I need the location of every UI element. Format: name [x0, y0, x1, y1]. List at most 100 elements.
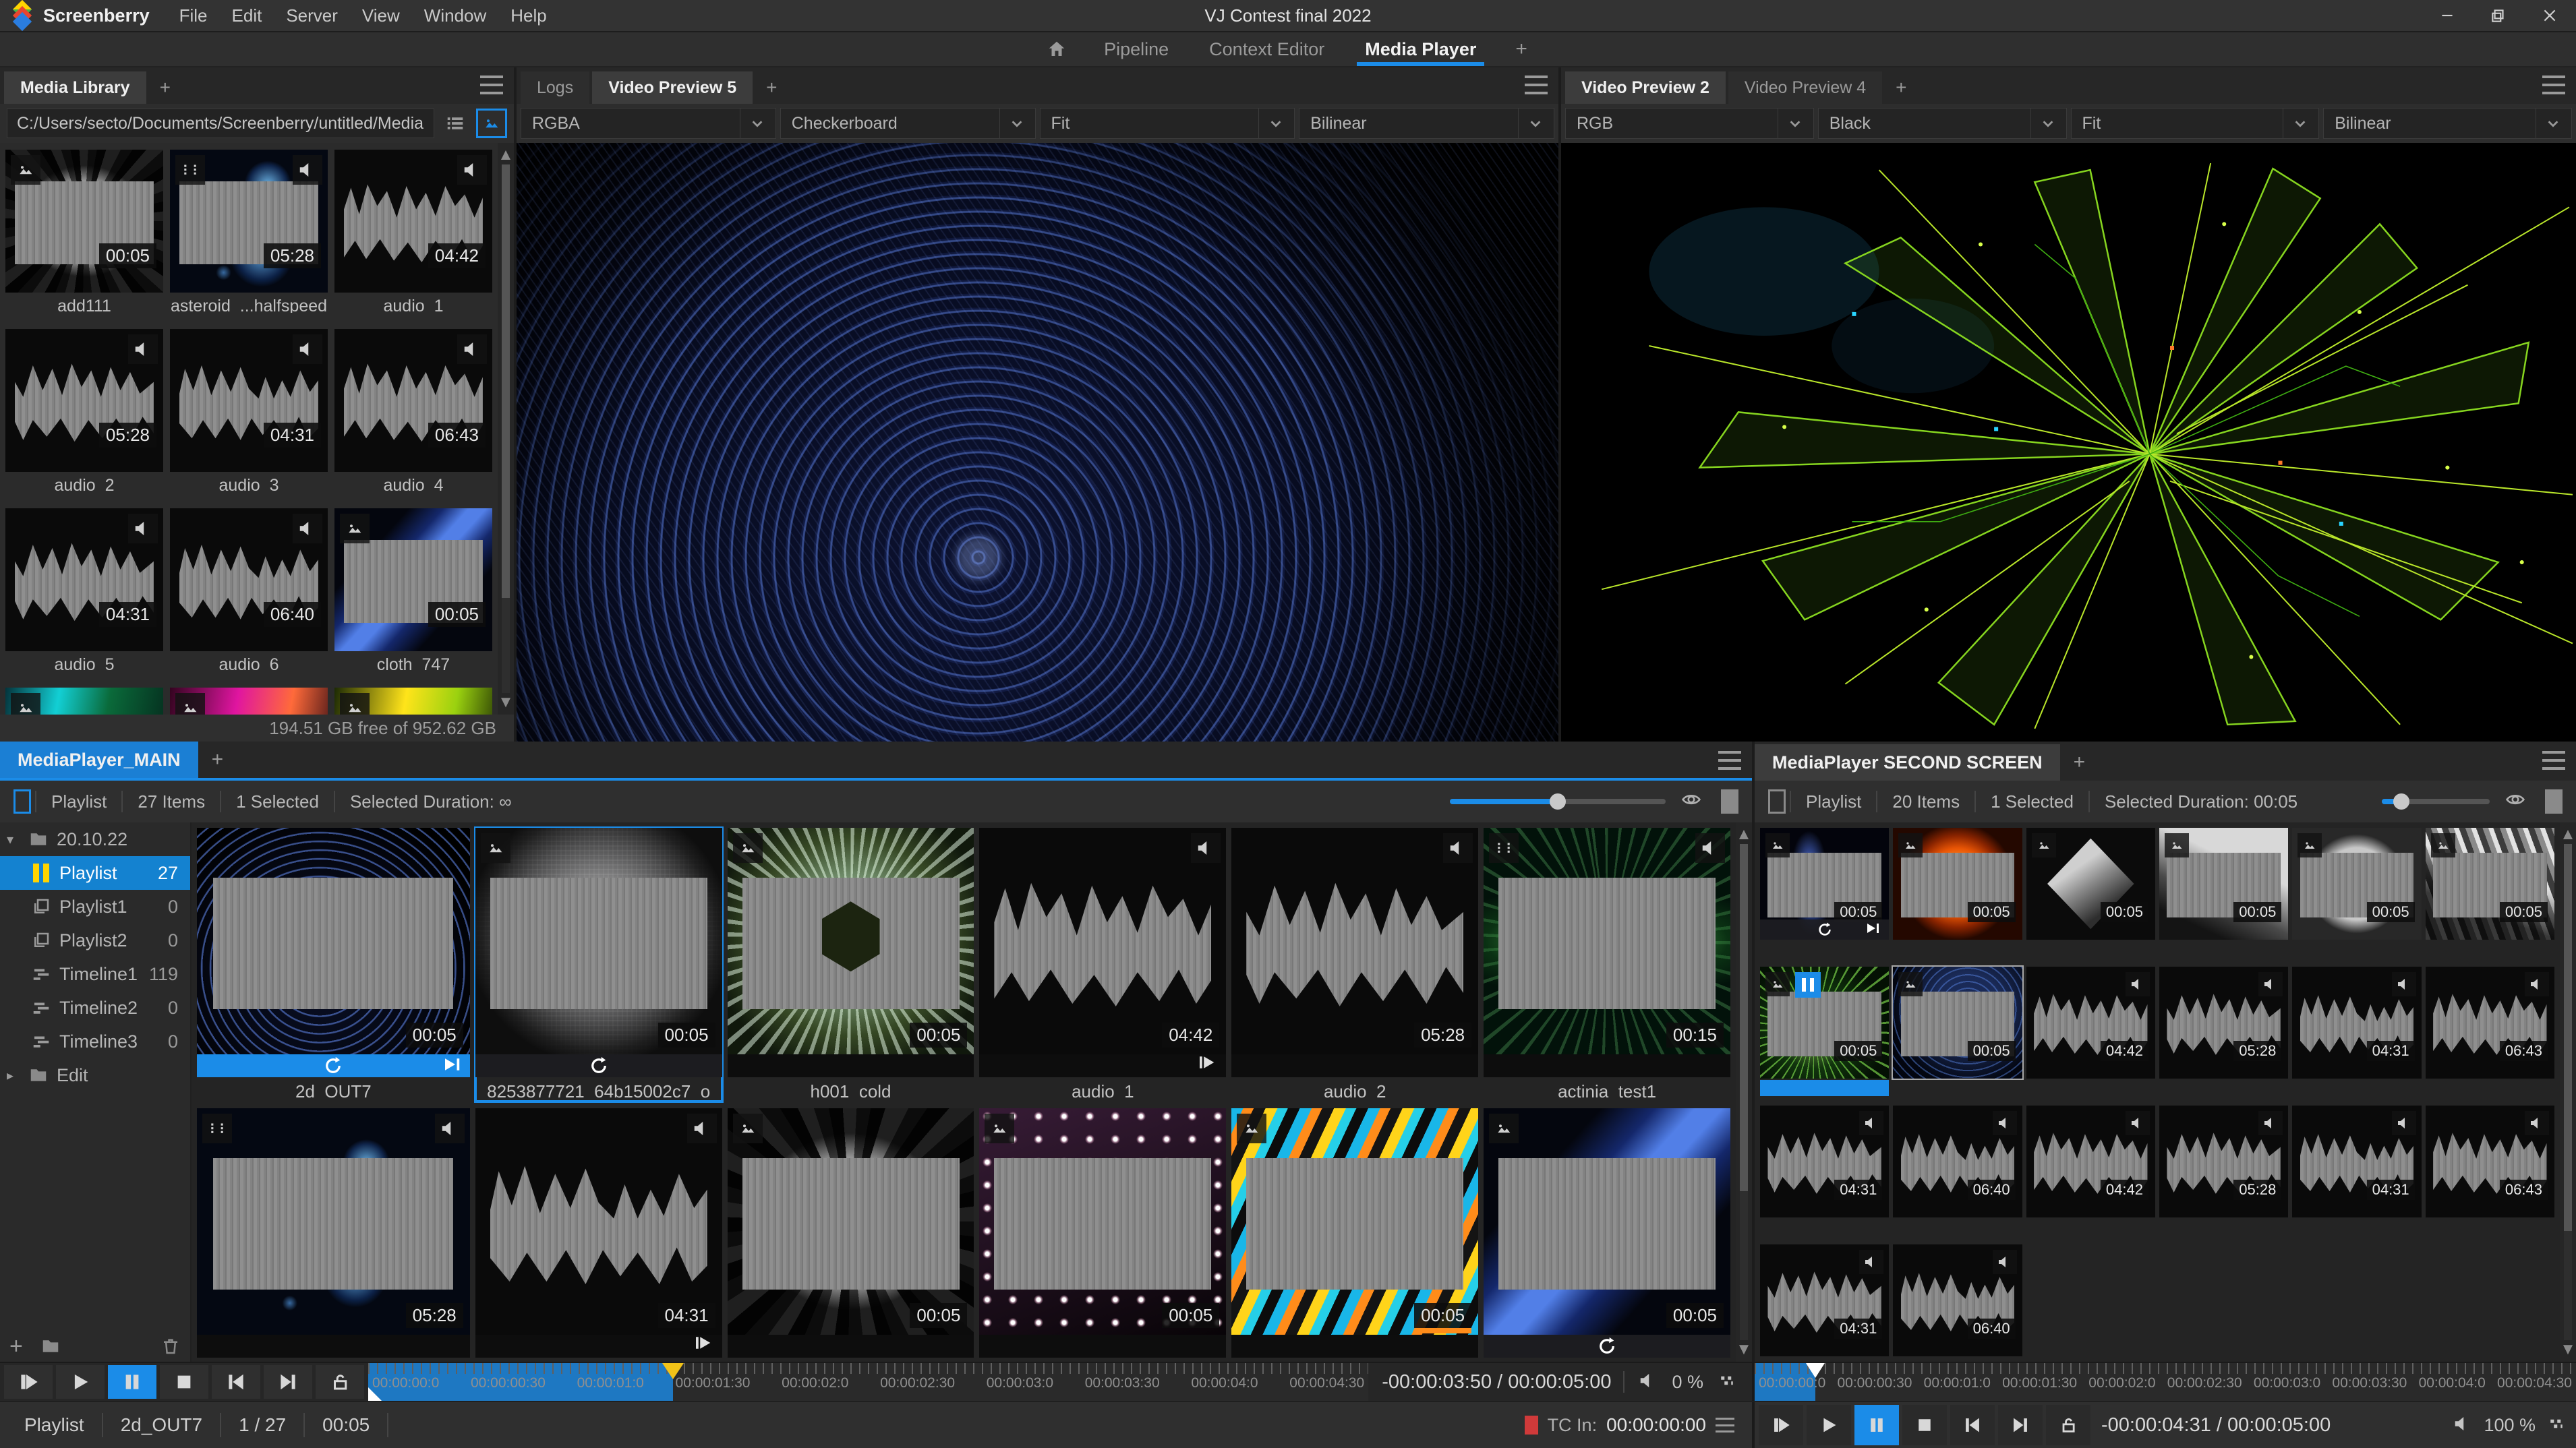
media-library-item[interactable]: 04:31 audio_5: [5, 508, 163, 680]
workspace-tab[interactable]: Pipeline: [1084, 32, 1189, 66]
preview-tab[interactable]: Video Preview 2: [1565, 71, 1726, 104]
preview-menu-icon[interactable]: [1525, 76, 1548, 94]
playlist-item[interactable]: 00:05 2d_OUT7: [197, 828, 470, 1102]
playlist-item[interactable]: 00:05 cloth_747: [1484, 1108, 1730, 1362]
pause-button[interactable]: [1854, 1405, 1899, 1445]
preview-dropdown[interactable]: RGBA: [521, 108, 776, 139]
player-mode[interactable]: Playlist: [36, 791, 121, 812]
thumbnail-size-slider[interactable]: [2382, 799, 2490, 804]
playlist-item[interactable]: 06:43: [2426, 1106, 2554, 1238]
thumbnail-size-slider[interactable]: [1450, 799, 1666, 804]
player-second-scrollbar[interactable]: ▲ ▼: [2560, 822, 2576, 1362]
playlist-item[interactable]: 05:28: [2159, 1106, 2288, 1238]
media-library-tab[interactable]: Media Library: [4, 71, 146, 104]
volume-icon[interactable]: [2451, 1414, 2474, 1437]
stop-button[interactable]: [160, 1365, 208, 1399]
video-preview-2-viewport[interactable]: [1561, 143, 2576, 742]
menu-item[interactable]: Help: [501, 3, 556, 29]
player-menu-icon[interactable]: [1718, 751, 1741, 770]
sidebar-toggle-icon[interactable]: [1768, 789, 1786, 814]
play-button[interactable]: [1807, 1405, 1851, 1445]
next-clip-button[interactable]: [1998, 1405, 2043, 1445]
next-clip-button[interactable]: [264, 1365, 312, 1399]
playhead-marker[interactable]: [1806, 1363, 1825, 1378]
player-main-tab[interactable]: MediaPlayer_MAIN: [0, 742, 198, 778]
menu-item[interactable]: View: [353, 3, 409, 29]
previous-clip-button[interactable]: [1950, 1405, 1995, 1445]
playlist-item[interactable]: 00:05 IMG_2310: [979, 1108, 1226, 1362]
tree-folder-root[interactable]: ▾ 20.10.22: [0, 822, 190, 856]
tree-item[interactable]: Playlist 27: [0, 856, 190, 890]
workspace-tab[interactable]: Context Editor: [1189, 32, 1345, 66]
pause-overlay-icon[interactable]: [1795, 972, 1821, 998]
playlist-item[interactable]: 00:05 8253877721_64b15002c7_o: [475, 828, 722, 1102]
media-library-item[interactable]: 00:05 cloth_747: [334, 508, 492, 680]
preview-tab[interactable]: Video Preview 4: [1728, 71, 1882, 104]
tree-item[interactable]: Timeline3 0: [0, 1025, 190, 1058]
media-settings-icon[interactable]: [1716, 1370, 1738, 1394]
play-button[interactable]: [56, 1365, 105, 1399]
preview-dropdown[interactable]: Fit: [1040, 108, 1295, 139]
media-library-item[interactable]: 06:43 audio_4: [334, 329, 492, 500]
media-library-item[interactable]: 05:28 asteroid_...halfspeed: [170, 150, 328, 321]
play-from-start-button[interactable]: [1759, 1405, 1803, 1445]
scroll-down-icon[interactable]: ▼: [1736, 1340, 1752, 1359]
timeline-ruler-main[interactable]: 00:00:00:000:00:00:3000:00:01:000:00:01:…: [368, 1363, 1368, 1401]
playlist-item[interactable]: 04:31: [1760, 1106, 1889, 1238]
playlist-item[interactable]: 00:05: [1760, 828, 1889, 960]
preview-dropdown[interactable]: Checkerboard: [780, 108, 1036, 139]
preview-dropdown[interactable]: RGB: [1565, 108, 1814, 139]
tc-in-value[interactable]: 00:00:00:00: [1606, 1414, 1706, 1436]
media-library-item[interactable]: 05:28 audio_2: [5, 329, 163, 500]
add-preview-tab-button[interactable]: +: [1885, 71, 1917, 104]
menu-item[interactable]: Edit: [223, 3, 272, 29]
playlist-item[interactable]: 00:05 0-delta-0: [1231, 1108, 1478, 1362]
media-settings-icon[interactable]: [2545, 1414, 2568, 1437]
workspace-tab[interactable]: Media Player: [1345, 32, 1496, 66]
playlist-item[interactable]: 00:05: [2292, 828, 2421, 960]
playlist-item[interactable]: 00:05 h001_cold: [728, 828, 974, 1102]
media-library-item[interactable]: 04:31 audio_3: [170, 329, 328, 500]
menu-item[interactable]: Server: [276, 3, 347, 29]
player-second-tab[interactable]: MediaPlayer SECOND SCREEN: [1755, 744, 2060, 781]
playlist-item[interactable]: 00:05: [1893, 828, 2022, 960]
previous-clip-button[interactable]: [212, 1365, 260, 1399]
player-main-scrollbar[interactable]: ▲ ▼: [1736, 822, 1752, 1362]
playlist-item[interactable]: 06:40: [1893, 1106, 2022, 1238]
scroll-down-icon[interactable]: ▼: [2560, 1340, 2576, 1359]
preview-tab[interactable]: Logs: [521, 71, 589, 104]
media-library-item[interactable]: 06:40 audio_6: [170, 508, 328, 680]
restore-button[interactable]: [2483, 3, 2514, 28]
playlist-item[interactable]: 05:28 audio_2: [1231, 828, 1478, 1102]
preview-dropdown[interactable]: Fit: [2071, 108, 2320, 139]
playlist-item[interactable]: 00:05: [1760, 967, 1889, 1099]
playlist-item[interactable]: 00:15 actinia_test1: [1484, 828, 1730, 1102]
media-library-item[interactable]: [334, 688, 492, 715]
playlist-item[interactable]: 06:40: [1893, 1244, 2022, 1362]
volume-icon[interactable]: [1637, 1370, 1660, 1394]
playlist-item[interactable]: 04:31: [2292, 1106, 2421, 1238]
playlist-item[interactable]: 05:28: [2159, 967, 2288, 1099]
add-player-tab-button[interactable]: +: [198, 742, 237, 778]
scroll-up-icon[interactable]: ▲: [498, 146, 514, 164]
preview-tab[interactable]: Video Preview 5: [592, 71, 753, 104]
lock-icon[interactable]: [2046, 1405, 2090, 1445]
chevron-collapsed-icon[interactable]: ▸: [7, 1067, 20, 1084]
pause-button[interactable]: [108, 1365, 156, 1399]
library-path-input[interactable]: C:/Users/secto/Documents/Screenberry/unt…: [7, 109, 434, 138]
volume-percent[interactable]: 100 %: [2484, 1415, 2536, 1436]
add-library-tab-button[interactable]: +: [149, 71, 181, 104]
playlist-item[interactable]: 04:42 audio_1: [979, 828, 1226, 1102]
add-player-tab-button[interactable]: +: [2060, 744, 2099, 781]
playlist-item[interactable]: 04:42: [2026, 1106, 2155, 1238]
media-library-item[interactable]: 04:42 audio_1: [334, 150, 492, 321]
media-library-item[interactable]: [5, 688, 163, 715]
playlist-item[interactable]: 00:05: [1893, 967, 2022, 1099]
play-from-start-button[interactable]: [4, 1365, 53, 1399]
add-preview-tab-button[interactable]: +: [755, 71, 788, 104]
playlist-item[interactable]: 00:05 add111: [728, 1108, 974, 1362]
playlist-item[interactable]: 00:05: [2426, 828, 2554, 960]
list-view-icon[interactable]: [440, 109, 471, 138]
close-button[interactable]: [2534, 3, 2565, 28]
add-workspace-tab-button[interactable]: +: [1503, 38, 1540, 61]
